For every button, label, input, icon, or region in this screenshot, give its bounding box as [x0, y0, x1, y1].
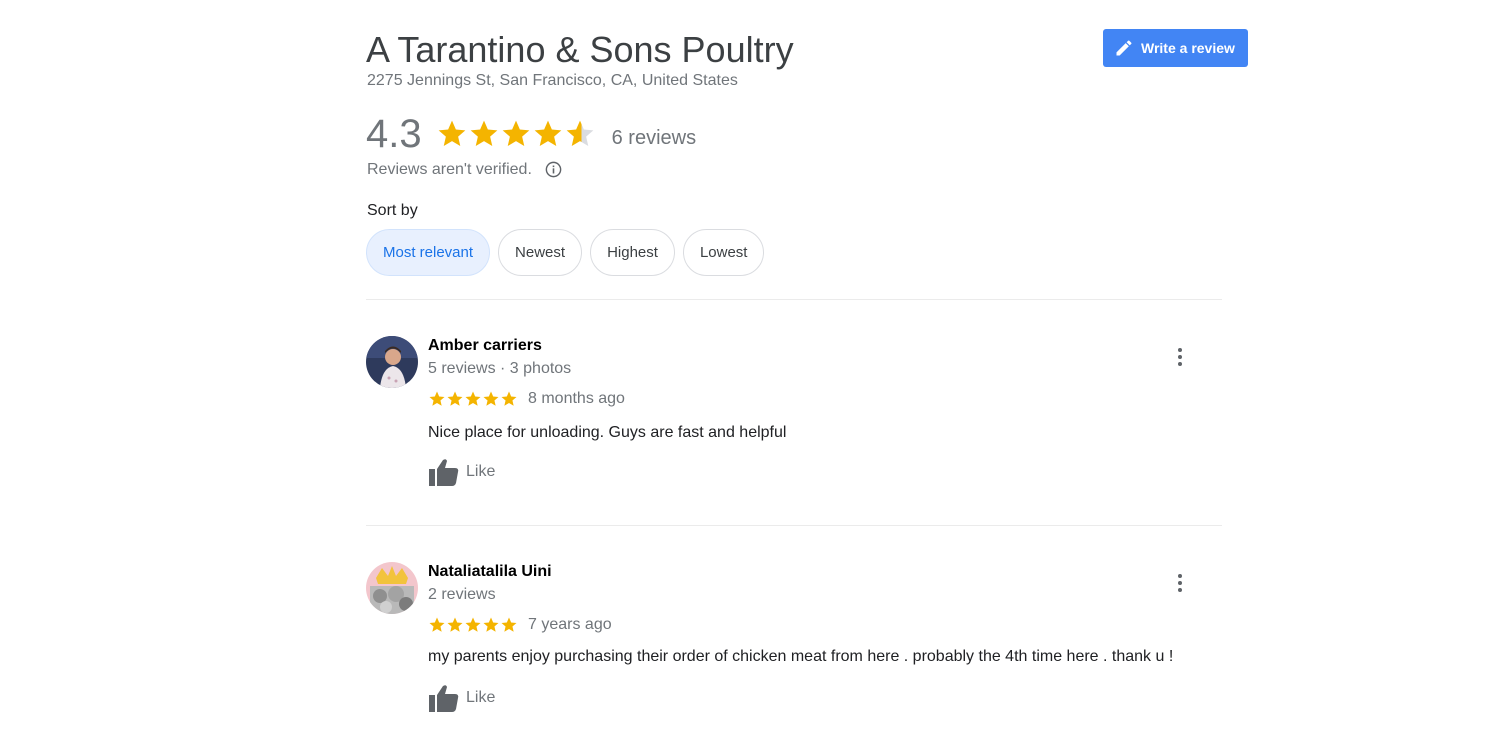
write-review-button[interactable]: Write a review [1103, 29, 1248, 67]
reviewer-avatar[interactable] [366, 562, 418, 614]
review-rating: 7 years ago [428, 616, 612, 634]
review-date: 7 years ago [528, 616, 612, 633]
sort-chip-lowest[interactable]: Lowest [682, 229, 765, 276]
info-icon[interactable] [544, 160, 563, 179]
rating-stars [436, 118, 596, 150]
star-icon [501, 617, 517, 632]
star-icon [465, 617, 481, 632]
reviews-count-link[interactable]: 6 reviews [612, 127, 696, 150]
star-icon [483, 391, 499, 406]
review-text: my parents enjoy purchasing their order … [428, 648, 1174, 665]
star-icon [501, 391, 517, 406]
thumbs-up-icon [429, 459, 459, 486]
review-text: Nice place for unloading. Guys are fast … [428, 424, 787, 441]
star-icon [534, 120, 561, 146]
sort-chips: Most relevant Newest Highest Lowest [366, 229, 772, 276]
divider [366, 299, 1222, 300]
review-date: 8 months ago [528, 390, 625, 407]
reviewer-name[interactable]: Nataliatalila Uini [428, 563, 552, 581]
like-button[interactable]: Like [428, 683, 495, 713]
reviewer-meta: 2 reviews [428, 586, 496, 603]
star-icon [429, 391, 445, 406]
thumbs-up-icon [429, 685, 459, 712]
sort-chip-highest[interactable]: Highest [590, 229, 675, 276]
reviewer-avatar[interactable] [366, 336, 418, 388]
star-icon [447, 391, 463, 406]
more-options-icon[interactable] [1170, 342, 1190, 372]
star-icon [470, 120, 497, 146]
rating-summary: 4.3 6 reviews [366, 110, 696, 158]
review-rating: 8 months ago [428, 390, 625, 408]
sort-label: Sort by [367, 202, 418, 219]
pencil-icon [1116, 40, 1132, 56]
star-icon [483, 617, 499, 632]
divider [366, 525, 1222, 526]
review-card: Amber carriers 5 reviews · 3 photos 8 mo… [366, 336, 1222, 496]
reviewer-meta: 5 reviews · 3 photos [428, 360, 572, 377]
more-options-icon[interactable] [1170, 568, 1190, 598]
like-label: Like [466, 689, 496, 706]
like-button[interactable]: Like [428, 457, 495, 487]
review-card: Nataliatalila Uini 2 reviews 7 years ago… [366, 562, 1222, 722]
star-icon [566, 120, 593, 146]
verification-note: Reviews aren't verified. [367, 160, 563, 179]
star-icon [465, 391, 481, 406]
star-icon [429, 617, 445, 632]
review-stars [428, 390, 518, 408]
average-rating: 4.3 [366, 112, 422, 156]
like-label: Like [466, 463, 496, 480]
sort-chip-newest[interactable]: Newest [498, 229, 583, 276]
star-icon [447, 617, 463, 632]
sort-chip-most-relevant[interactable]: Most relevant [366, 229, 491, 276]
star-icon [502, 120, 529, 146]
write-review-label: Write a review [1141, 40, 1235, 56]
review-stars [428, 616, 518, 634]
reviewer-name[interactable]: Amber carriers [428, 337, 542, 355]
verification-text: Reviews aren't verified. [367, 160, 532, 178]
place-title: A Tarantino & Sons Poultry [366, 29, 794, 70]
place-address: 2275 Jennings St, San Francisco, CA, Uni… [367, 72, 738, 89]
star-icon [438, 120, 465, 146]
